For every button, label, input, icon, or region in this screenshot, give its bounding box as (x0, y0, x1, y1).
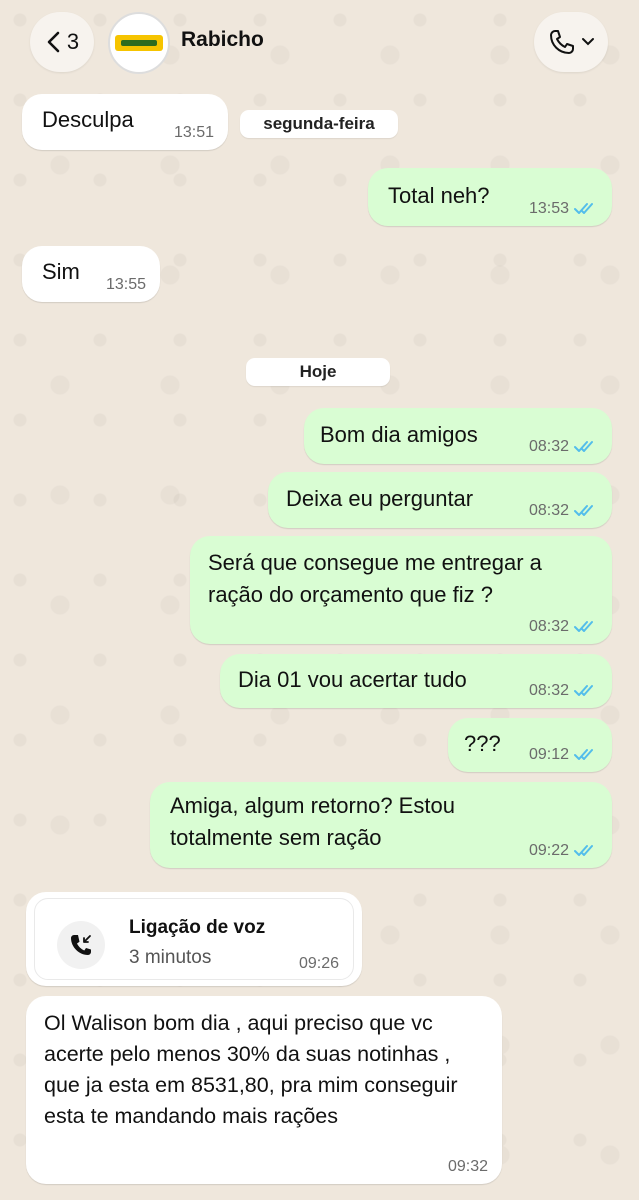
unread-count: 3 (66, 29, 80, 54)
read-ticks-icon (574, 845, 593, 856)
message-meta: 09:12 (529, 746, 598, 764)
chat-header: 3 Rabicho (0, 0, 639, 88)
message-meta: 13:55 (106, 276, 146, 294)
message-time: 09:22 (528, 842, 569, 859)
read-ticks-icon (574, 441, 593, 452)
call-button[interactable] (534, 12, 608, 72)
message-text: Ol Walison bom dia , aqui preciso que vc… (44, 1011, 458, 1128)
message-text: Amiga, algum retorno? Estou totalmente s… (170, 793, 455, 850)
date-divider: Hoje (246, 358, 390, 386)
message-text: Dia 01 vou acertar tudo (238, 667, 467, 692)
message-incoming[interactable]: Ol Walison bom dia , aqui preciso que vc… (26, 996, 502, 1184)
message-outgoing[interactable]: ??? 09:12 (448, 718, 612, 772)
message-meta: 08:32 (529, 682, 598, 700)
message-time: 08:32 (528, 682, 569, 699)
message-text: ??? (464, 731, 501, 756)
read-ticks-icon (574, 685, 593, 696)
message-text: Será que consegue me entregar a ração do… (208, 550, 542, 607)
message-outgoing[interactable]: Dia 01 vou acertar tudo 08:32 (220, 654, 612, 708)
read-ticks-icon (574, 749, 593, 760)
read-ticks-icon (574, 621, 593, 632)
message-outgoing[interactable]: Bom dia amigos 08:32 (304, 408, 612, 464)
call-title: Ligação de voz (129, 917, 266, 938)
message-text: Deixa eu perguntar (286, 486, 474, 511)
phone-icon (550, 30, 574, 54)
chevron-left-icon (47, 31, 60, 53)
read-ticks-icon (574, 203, 593, 214)
call-time: 09:26 (298, 955, 339, 972)
contact-name[interactable]: Rabicho (181, 28, 264, 52)
date-divider: segunda-feira (240, 110, 398, 138)
message-meta: 09:32 (448, 1158, 488, 1176)
message-time: 09:32 (447, 1158, 488, 1175)
incoming-call-icon (57, 921, 105, 969)
message-time: 08:32 (528, 438, 569, 455)
message-time: 08:32 (528, 502, 569, 519)
message-meta: 09:22 (529, 842, 598, 860)
message-text: Total neh? (388, 183, 490, 208)
message-meta: 08:32 (529, 618, 598, 636)
message-text: Sim (42, 259, 80, 284)
message-time: 13:51 (173, 124, 214, 141)
rabicho-logo-icon (115, 35, 163, 51)
voice-call-message[interactable]: Ligação de voz 3 minutos 09:26 (26, 892, 362, 986)
call-duration: 3 minutos (129, 947, 212, 968)
message-meta: 08:32 (529, 502, 598, 520)
message-outgoing[interactable]: Será que consegue me entregar a ração do… (190, 536, 612, 644)
message-meta: 13:53 (529, 200, 598, 218)
voice-call-card: Ligação de voz 3 minutos 09:26 (34, 898, 354, 980)
message-time: 08:32 (528, 618, 569, 635)
message-text: Bom dia amigos (320, 422, 478, 447)
chevron-down-icon (582, 38, 594, 46)
message-time: 09:12 (528, 746, 569, 763)
read-ticks-icon (574, 505, 593, 516)
message-incoming[interactable]: Sim 13:55 (22, 246, 160, 302)
message-meta: 08:32 (529, 438, 598, 456)
message-time: 13:55 (105, 276, 146, 293)
message-outgoing[interactable]: Deixa eu perguntar 08:32 (268, 472, 612, 528)
message-outgoing[interactable]: Amiga, algum retorno? Estou totalmente s… (150, 782, 612, 868)
message-meta: 13:51 (174, 124, 214, 142)
message-incoming[interactable]: Desculpa 13:51 (22, 94, 228, 150)
message-text: Desculpa (42, 107, 134, 132)
avatar[interactable] (108, 12, 170, 74)
message-time: 13:53 (528, 200, 569, 217)
back-button[interactable]: 3 (30, 12, 94, 72)
message-outgoing[interactable]: Total neh? 13:53 (368, 168, 612, 226)
